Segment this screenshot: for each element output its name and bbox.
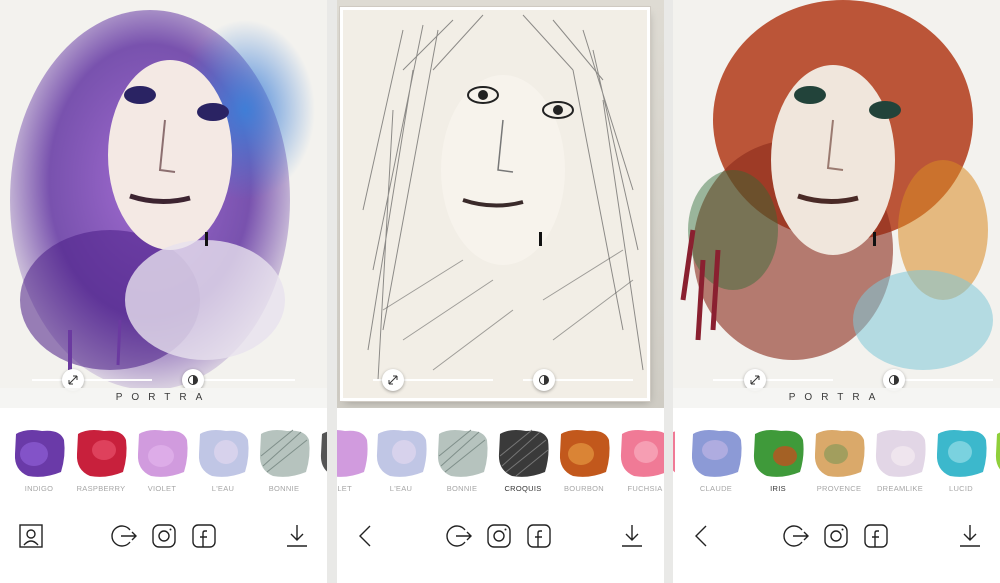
contrast-icon [889,375,899,385]
bottom-toolbar [0,515,327,561]
filter-swatch-partial[interactable] [318,426,327,480]
filter-label: FUCHSIA [627,484,663,493]
instagram-button[interactable] [149,521,179,551]
instagram-icon [824,524,848,548]
contrast-slider-knob[interactable] [533,369,555,391]
share-icon [111,525,137,547]
artwork-canvas: PORTRA [0,0,327,408]
download-icon [287,525,307,547]
back-chevron-icon [359,525,371,547]
profile-button[interactable] [16,521,46,551]
app-caption: PORTRA [0,388,327,408]
resize-arrows-icon [388,375,398,385]
bottom-toolbar [337,515,664,561]
download-icon [622,525,642,547]
instagram-icon [152,524,176,548]
filter-swatch-raspberry[interactable] [74,426,128,480]
instagram-icon [487,524,511,548]
artwork-canvas: PORTRA [673,0,1000,408]
share-button[interactable] [781,521,811,551]
size-slider-track[interactable] [713,379,833,381]
instagram-button[interactable] [821,521,851,551]
download-button[interactable] [955,521,985,551]
screen-croquis: ÉLET L'EAU BONNIE CROQUIS BOURBON FUCHSI… [337,0,664,583]
watercolor-portrait [680,0,993,370]
share-button[interactable] [109,521,139,551]
back-chevron-icon [695,525,707,547]
sketch-portrait [343,10,647,398]
filter-swatch-partial[interactable] [673,426,675,480]
contrast-icon [539,375,549,385]
filter-label: DREAMLIKE [876,484,924,493]
filter-swatch-indigo[interactable] [12,426,66,480]
filter-swatch-bourbon[interactable] [557,426,611,480]
facebook-icon [527,524,551,548]
filter-swatch-provence[interactable] [812,426,866,480]
facebook-button[interactable] [861,521,891,551]
contrast-icon [188,375,198,385]
instagram-button[interactable] [484,521,514,551]
download-button[interactable] [282,521,312,551]
app-caption: PORTRA [673,388,1000,408]
share-button[interactable] [444,521,474,551]
share-icon [783,525,809,547]
filter-strip[interactable]: ÉLET L'EAU BONNIE CROQUIS BOURBON FUCHSI… [337,418,664,498]
filter-swatch-leau[interactable] [196,426,250,480]
bottom-toolbar [673,515,1000,561]
filter-swatch-iris[interactable] [751,426,805,480]
resize-arrows-icon [750,375,760,385]
filter-label-selected: CROQUIS [504,484,542,493]
filter-label: RASPBERRY [76,484,126,493]
filter-swatch-leau[interactable] [374,426,428,480]
share-icon [446,525,472,547]
filter-strip[interactable]: INDIGO RASPBERRY VIOLET L'EAU BONNIE [0,418,327,498]
filter-label: BOURBON [563,484,605,493]
filter-strip[interactable]: CLAUDE IRIS PROVENCE DREAMLIKE LUCID [673,418,1000,498]
filter-label: INDIGO [24,484,54,493]
filter-swatch-bonnie[interactable] [257,426,311,480]
screen-indigo: PORTRA INDIGO RASPBERRY VIOLET L'EAU BON… [0,0,327,583]
filter-swatch-croquis[interactable] [496,426,550,480]
filter-swatch-claude[interactable] [689,426,743,480]
download-icon [960,525,980,547]
resize-arrows-icon [68,375,78,385]
download-button[interactable] [617,521,647,551]
filter-swatch-elet[interactable] [337,426,369,480]
filter-swatch-fuchsia[interactable] [618,426,664,480]
filter-label: VIOLET [147,484,177,493]
filter-swatch-bonnie[interactable] [435,426,489,480]
filter-label: PROVENCE [816,484,862,493]
filter-label: BONNIE [268,484,300,493]
filter-label: CLAUDE [699,484,733,493]
filter-swatch-dreamlike[interactable] [873,426,927,480]
filter-swatch-partial[interactable] [993,426,1000,480]
screen-iris: PORTRA CLAUDE IRIS PROVENCE DREAMLIKE LU… [673,0,1000,583]
artwork-canvas [337,0,664,408]
picture-frame [343,10,647,398]
filter-label: L'EAU [389,484,413,493]
filter-swatch-violet[interactable] [135,426,189,480]
watercolor-portrait [10,10,315,390]
facebook-icon [864,524,888,548]
back-button[interactable] [687,521,717,551]
size-slider-track[interactable] [32,379,152,381]
facebook-button[interactable] [189,521,219,551]
filter-label: BONNIE [446,484,478,493]
size-slider-knob[interactable] [382,369,404,391]
filter-label: L'EAU [211,484,235,493]
filter-label: LUCID [948,484,973,493]
filter-swatch-lucid[interactable] [934,426,988,480]
facebook-button[interactable] [524,521,554,551]
facebook-icon [192,524,216,548]
filter-label-selected: IRIS [770,484,786,493]
profile-icon [19,524,43,548]
back-button[interactable] [351,521,381,551]
